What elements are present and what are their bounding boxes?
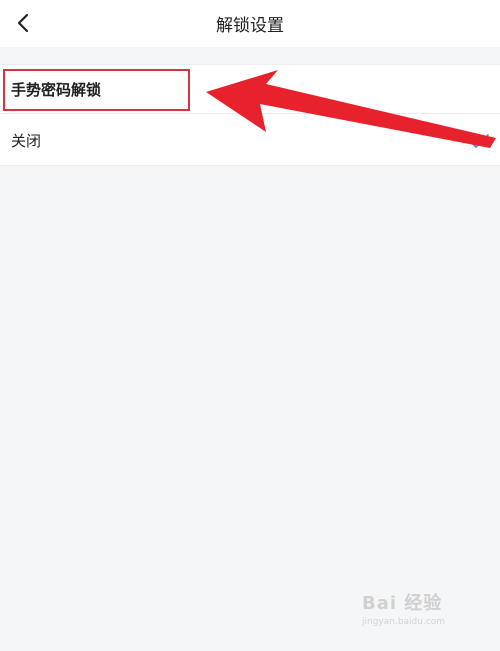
settings-list: 手势密码解锁 关闭 bbox=[0, 64, 500, 166]
page-title: 解锁设置 bbox=[216, 16, 284, 36]
option-row-off[interactable]: 关闭 bbox=[0, 114, 500, 166]
nav-header: 解锁设置 bbox=[0, 0, 500, 47]
section-header: 手势密码解锁 bbox=[0, 65, 500, 113]
checkmark-icon bbox=[469, 134, 489, 148]
watermark-url: jingyan.baidu.com bbox=[362, 617, 446, 627]
watermark: Bai 经验 jingyan.baidu.com bbox=[362, 589, 482, 629]
back-button[interactable] bbox=[8, 8, 38, 38]
unlock-settings-screen: 解锁设置 手势密码解锁 关闭 Bai 经验 jingyan.baidu.com bbox=[0, 0, 500, 651]
option-label: 关闭 bbox=[11, 131, 42, 150]
section-title: 手势密码解锁 bbox=[11, 80, 102, 99]
watermark-logo: Bai 经验 bbox=[362, 593, 443, 614]
chevron-left-icon bbox=[17, 13, 29, 33]
